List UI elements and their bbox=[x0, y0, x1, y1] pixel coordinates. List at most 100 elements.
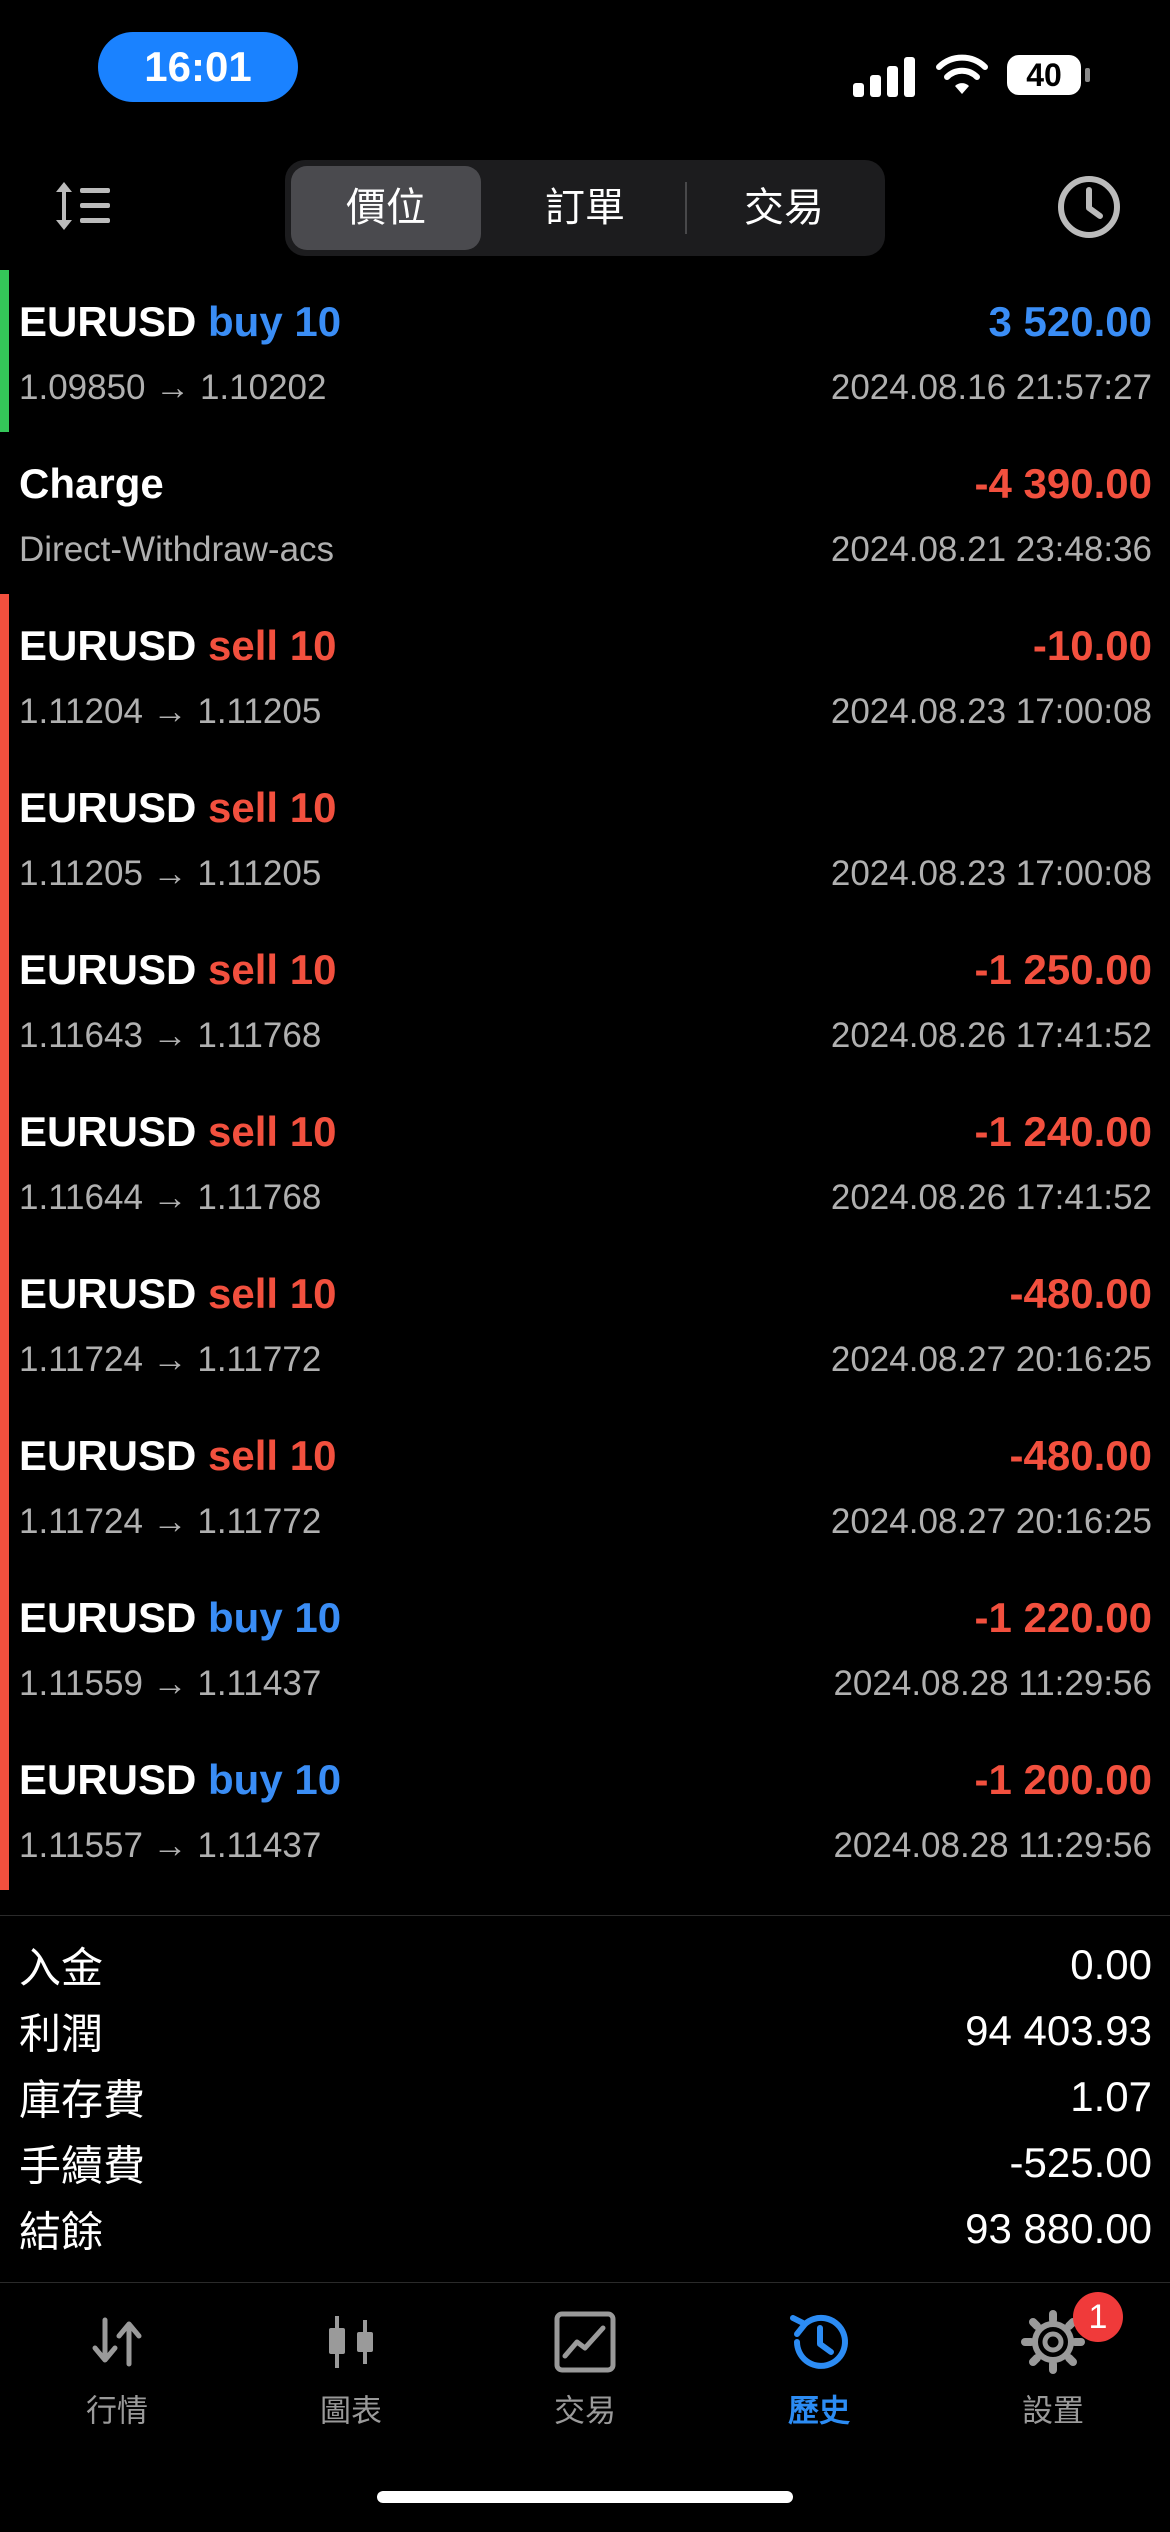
history-clock-icon bbox=[790, 2314, 848, 2369]
row-prices: 1.11724 → 1.11772 bbox=[19, 1340, 322, 1379]
settings-badge: 1 bbox=[1073, 2292, 1123, 2342]
row-status-bar bbox=[0, 1080, 9, 1242]
summary-label: 手續費 bbox=[19, 2142, 146, 2190]
summary-row-profit: 利潤 94 403.93 bbox=[0, 1998, 1170, 2064]
summary-label: 結餘 bbox=[19, 2208, 104, 2256]
row-prices: 1.11724 → 1.11772 bbox=[19, 1502, 322, 1541]
row-profit: -10.00 bbox=[1032, 622, 1152, 669]
clock-icon[interactable] bbox=[1056, 174, 1122, 240]
battery-tip bbox=[1085, 68, 1090, 82]
tab-label: 歷史 bbox=[788, 2393, 850, 2429]
summary-label: 入金 bbox=[19, 1944, 104, 1992]
row-time: 2024.08.26 17:41:52 bbox=[830, 1178, 1152, 1217]
summary-label: 庫存費 bbox=[19, 2076, 146, 2124]
row-prices: 1.11644 → 1.11768 bbox=[19, 1178, 322, 1217]
history-row[interactable]: EURUSD sell 10 -480.00 1.11724 → 1.11772 20… bbox=[0, 1404, 1170, 1566]
row-status-bar bbox=[0, 756, 9, 918]
trade-chart-icon bbox=[554, 2311, 616, 2373]
row-symbol: EURUSD bbox=[19, 1108, 197, 1155]
summary-row-swap: 庫存費 1.07 bbox=[0, 2064, 1170, 2130]
summary-row-commission: 手續費 -525.00 bbox=[0, 2130, 1170, 2196]
row-title: EURUSD sell 10 bbox=[19, 1270, 336, 1318]
summary-value: -525.00 bbox=[1009, 2139, 1152, 2186]
history-row[interactable]: EURUSD sell 10 -1 250.00 1.11643 → 1.11768… bbox=[0, 918, 1170, 1080]
summary-value: 0.00 bbox=[1070, 1941, 1152, 1988]
row-status-bar bbox=[0, 1404, 9, 1566]
row-title: EURUSD sell 10 bbox=[19, 946, 336, 994]
summary-row-deposit: 入金 0.00 bbox=[0, 1932, 1170, 1998]
history-row[interactable]: EURUSD buy 10 3 520.00 1.09850 → 1.10202 20… bbox=[0, 270, 1170, 432]
sort-icon[interactable] bbox=[52, 178, 112, 234]
row-prices: 1.11643 → 1.11768 bbox=[19, 1016, 322, 1055]
row-title: EURUSD sell 10 bbox=[19, 784, 336, 832]
row-side: buy 10 bbox=[208, 298, 342, 345]
row-title: EURUSD buy 10 bbox=[19, 1594, 341, 1642]
row-time: 2024.08.21 23:48:36 bbox=[830, 530, 1152, 569]
tab-label: 設置 bbox=[1022, 2393, 1084, 2429]
tabbar-divider bbox=[0, 2282, 1170, 2283]
row-title: EURUSD buy 10 bbox=[19, 298, 341, 346]
tab-settings[interactable]: 設置 bbox=[936, 2300, 1170, 2440]
history-row[interactable]: EURUSD sell 10 -480.00 1.11724 → 1.11772 20… bbox=[0, 1242, 1170, 1404]
row-title: EURUSD sell 10 bbox=[19, 622, 336, 670]
history-row[interactable]: EURUSD sell 10 -10.00 1.11204 → 1.11205 202… bbox=[0, 594, 1170, 756]
row-side: buy 10 bbox=[208, 1756, 342, 1803]
history-list: EURUSD buy 10 3 520.00 1.09850 → 1.10202 20… bbox=[0, 270, 1170, 1890]
tab-trade[interactable]: 交易 bbox=[468, 2300, 702, 2440]
history-row[interactable]: Charge -4 390.00 Direct-Withdraw-acs 2024.0… bbox=[0, 432, 1170, 594]
tab-quotes[interactable]: 行情 bbox=[0, 2300, 234, 2440]
row-title: Charge bbox=[19, 460, 164, 508]
tab-label: 圖表 bbox=[320, 2393, 382, 2429]
row-profit: -480.00 bbox=[1009, 1270, 1152, 1317]
row-symbol: Charge bbox=[19, 460, 164, 507]
history-row[interactable]: EURUSD buy 10 -1 200.00 1.11557 → 1.11437 2… bbox=[0, 1728, 1170, 1890]
row-profit: -480.00 bbox=[1009, 1432, 1152, 1479]
row-symbol: EURUSD bbox=[19, 1594, 197, 1641]
row-side: sell 10 bbox=[208, 622, 337, 669]
status-bar: 16:01 40 bbox=[0, 0, 1170, 140]
home-indicator bbox=[377, 2491, 793, 2503]
row-symbol: EURUSD bbox=[19, 1756, 197, 1803]
history-row[interactable]: EURUSD buy 10 -1 220.00 1.11559 → 1.11437 2… bbox=[0, 1566, 1170, 1728]
segment-orders[interactable]: 訂單 bbox=[490, 166, 680, 250]
row-time: 2024.08.27 20:16:25 bbox=[830, 1502, 1152, 1541]
row-status-bar bbox=[0, 1566, 9, 1728]
row-symbol: EURUSD bbox=[19, 784, 197, 831]
segment-prices[interactable]: 價位 bbox=[291, 166, 481, 250]
row-profit: -4 390.00 bbox=[974, 460, 1152, 507]
quotes-arrows-icon bbox=[92, 2317, 142, 2367]
row-prices: 1.11205 → 1.11205 bbox=[19, 854, 322, 893]
summary-row-balance: 結餘 93 880.00 bbox=[0, 2196, 1170, 2262]
history-row[interactable]: EURUSD sell 10 1.11205 → 1.11205 2024.08.2… bbox=[0, 756, 1170, 918]
row-profit: -1 250.00 bbox=[974, 946, 1152, 993]
row-profit: -1 220.00 bbox=[974, 1594, 1152, 1641]
row-symbol: EURUSD bbox=[19, 622, 197, 669]
row-symbol: EURUSD bbox=[19, 946, 197, 993]
row-prices: Direct-Withdraw-acs bbox=[19, 530, 335, 569]
history-row[interactable]: EURUSD sell 10 -1 240.00 1.11644 → 1.11768… bbox=[0, 1080, 1170, 1242]
row-profit: 3 520.00 bbox=[988, 298, 1153, 345]
row-side: sell 10 bbox=[208, 1108, 337, 1155]
row-time: 2024.08.23 17:00:08 bbox=[830, 854, 1152, 893]
row-time: 2024.08.28 11:29:56 bbox=[833, 1826, 1152, 1865]
row-time: 2024.08.26 17:41:52 bbox=[830, 1016, 1152, 1055]
row-status-bar bbox=[0, 918, 9, 1080]
tab-label: 交易 bbox=[554, 2393, 616, 2429]
segment-deals[interactable]: 交易 bbox=[689, 166, 879, 250]
wifi-icon bbox=[936, 54, 988, 94]
tab-history[interactable]: 歷史 bbox=[702, 2300, 936, 2440]
summary-divider bbox=[0, 1915, 1170, 1916]
row-time: 2024.08.28 11:29:56 bbox=[833, 1664, 1152, 1703]
summary-value: 93 880.00 bbox=[965, 2205, 1152, 2252]
row-status-bar bbox=[0, 594, 9, 756]
row-prices: 1.11557 → 1.11437 bbox=[19, 1826, 322, 1865]
tab-charts[interactable]: 圖表 bbox=[234, 2300, 468, 2440]
battery-level: 40 bbox=[1007, 55, 1081, 95]
segment-divider bbox=[685, 182, 687, 234]
segmented-control: 價位 訂單 交易 bbox=[285, 160, 885, 256]
row-status-bar bbox=[0, 270, 9, 432]
row-title: EURUSD sell 10 bbox=[19, 1108, 336, 1156]
row-symbol: EURUSD bbox=[19, 1432, 197, 1479]
row-side: sell 10 bbox=[208, 946, 337, 993]
row-prices: 1.09850 → 1.10202 bbox=[19, 368, 327, 407]
